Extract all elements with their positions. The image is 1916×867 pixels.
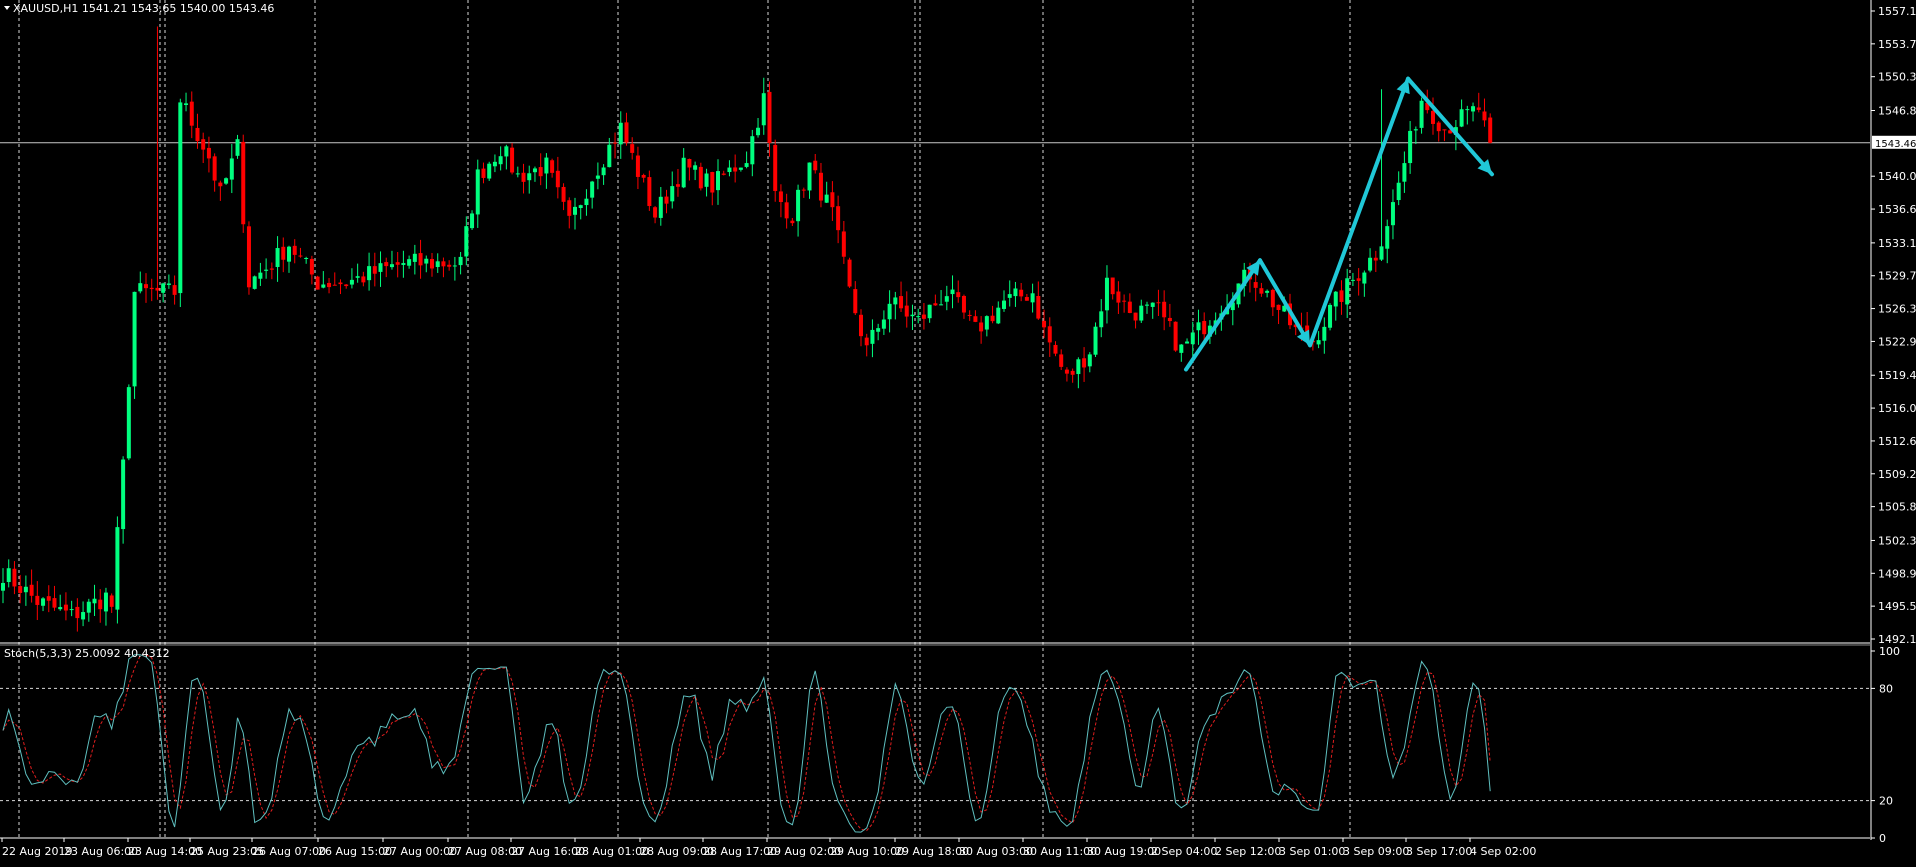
price-tick-label: 1498.90: [1878, 567, 1916, 580]
price-tick-label: 1505.80: [1878, 501, 1916, 514]
time-tick-label: 26 Aug 15:00: [318, 845, 392, 858]
price-tick-label: 1557.10: [1878, 5, 1916, 18]
price-tick-label: 1529.70: [1878, 270, 1916, 283]
candle: [847, 257, 852, 288]
time-tick-label: 2 Sep 04:00: [1151, 845, 1217, 858]
price-tick-label: 1553.70: [1878, 38, 1916, 51]
price-tick-label: 1526.30: [1878, 303, 1916, 316]
stoch-tick-label: 20: [1879, 795, 1893, 808]
time-tick-label: 29 Aug 10:00: [830, 845, 904, 858]
xauusd-chart[interactable]: 1557.10 1553.70 1550.30 1546.80 1540.00 1536.…: [0, 0, 1916, 867]
candle: [510, 142, 515, 175]
price-tick-label: 1522.90: [1878, 335, 1916, 348]
stoch-tick-label: 0: [1879, 832, 1886, 845]
symbol-header: XAUUSD,H1 1541.21 1543.65 1540.00 1543.4…: [13, 2, 274, 15]
candle: [252, 275, 257, 290]
stoch-tick-label: 80: [1879, 682, 1893, 695]
candle: [115, 516, 120, 624]
price-tick-label: 1540.00: [1878, 170, 1916, 183]
price-tick-label: 1516.00: [1878, 402, 1916, 415]
time-tick-label: 3 Sep 09:00: [1343, 845, 1409, 858]
chart-background: [0, 0, 1916, 867]
candle: [315, 275, 320, 290]
price-tick-label: 1550.30: [1878, 71, 1916, 84]
price-tick-label: 1533.10: [1878, 237, 1916, 250]
candle: [487, 161, 492, 181]
price-tick-label: 1536.60: [1878, 203, 1916, 216]
candle: [246, 221, 251, 295]
price-tick-label: 1519.40: [1878, 369, 1916, 382]
price-tick-label: 1512.60: [1878, 435, 1916, 448]
candle: [1093, 322, 1098, 358]
candle: [132, 291, 137, 399]
candle: [1173, 321, 1178, 352]
price-tick-label: 1546.80: [1878, 105, 1916, 118]
time-tick-label: 28 Aug 01:00: [575, 845, 649, 858]
candle: [178, 98, 183, 308]
candle: [126, 384, 131, 461]
price-tick-label: 1495.50: [1878, 600, 1916, 613]
candle: [241, 134, 246, 233]
time-tick-label: 2 Sep 12:00: [1215, 845, 1281, 858]
stochastic-label: Stoch(5,3,3) 25.0092 40.4312: [4, 647, 170, 660]
price-tick-label: 1509.20: [1878, 468, 1916, 481]
time-tick-label: 4 Sep 02:00: [1470, 845, 1536, 858]
stoch-tick-label: 100: [1879, 645, 1900, 658]
candle: [1488, 113, 1493, 144]
current-price-label: 1543.46: [1875, 139, 1916, 150]
time-tick-label: 26 Aug 07:00: [252, 845, 326, 858]
time-tick-label: 3 Sep 17:00: [1406, 845, 1472, 858]
time-tick-label: 27 Aug 00:00: [383, 845, 457, 858]
time-tick-label: 22 Aug 2019: [2, 845, 72, 858]
candle: [1328, 303, 1333, 331]
time-tick-label: 3 Sep 01:00: [1279, 845, 1345, 858]
price-tick-label: 1502.30: [1878, 534, 1916, 547]
